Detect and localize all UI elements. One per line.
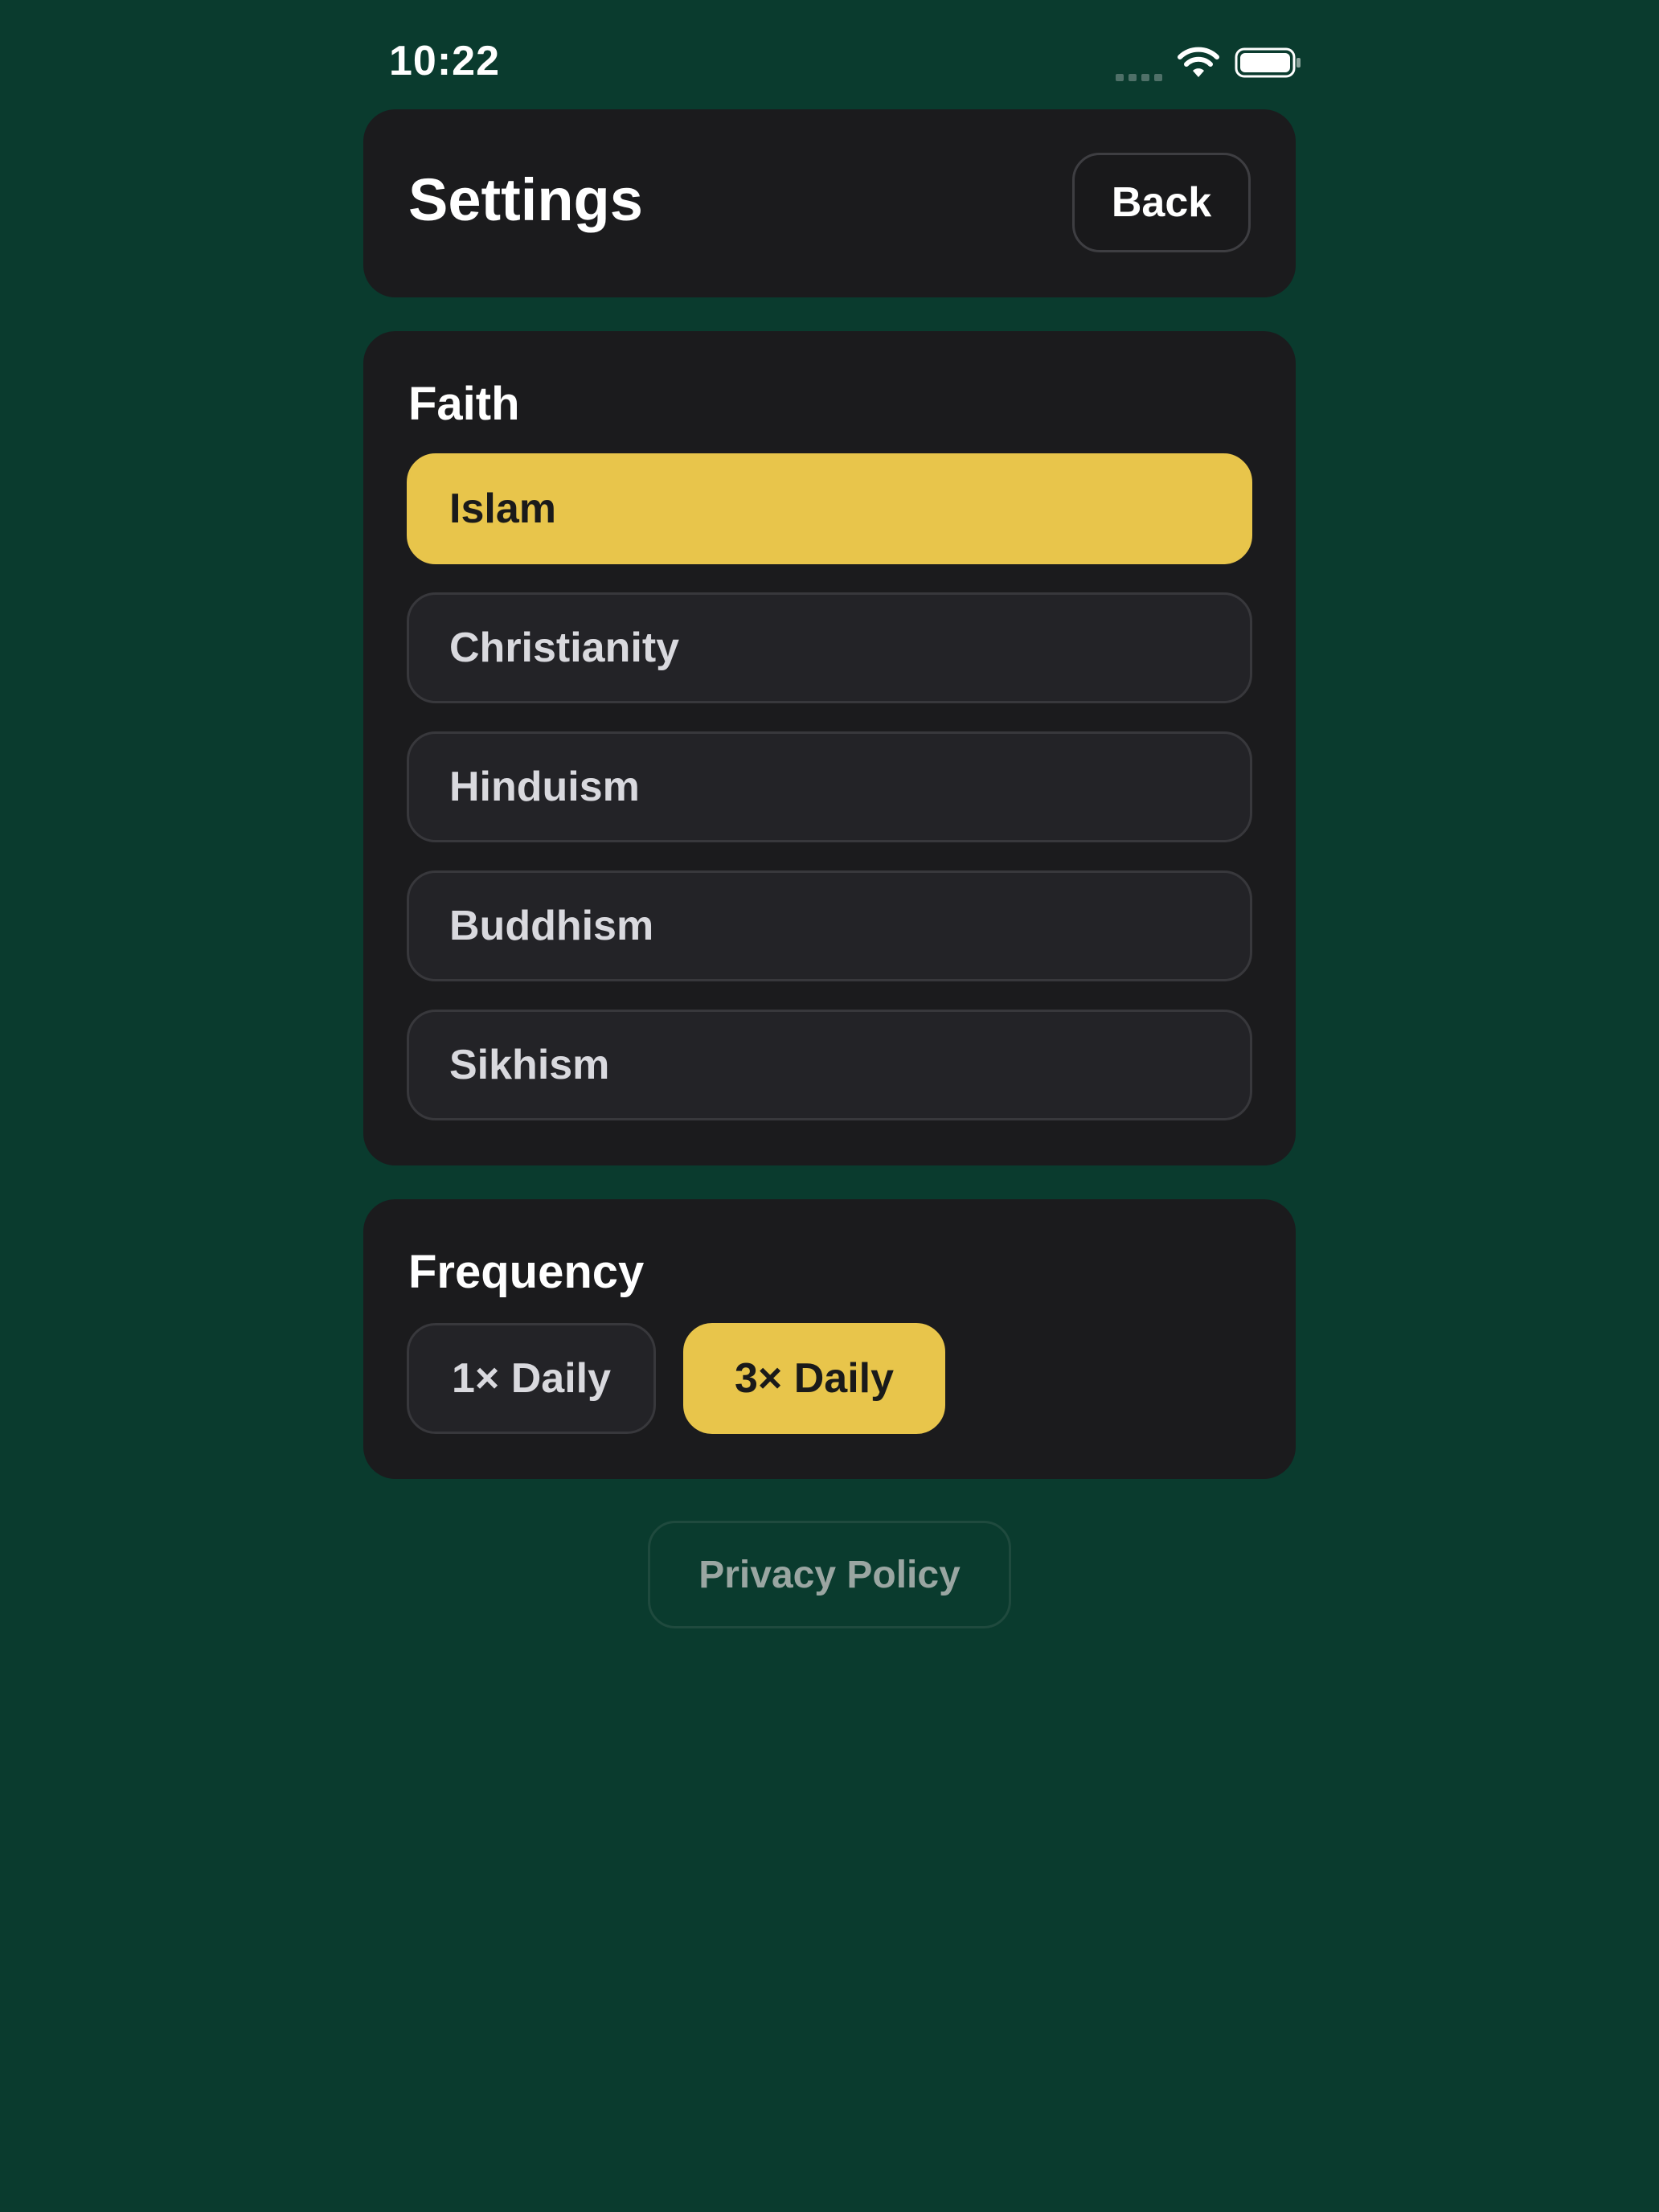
back-button[interactable]: Back bbox=[1072, 153, 1251, 252]
privacy-policy-button[interactable]: Privacy Policy bbox=[648, 1521, 1011, 1628]
status-time: 10:22 bbox=[389, 38, 500, 84]
faith-option-label: Sikhism bbox=[449, 1042, 610, 1088]
faith-option-label: Buddhism bbox=[449, 903, 654, 949]
battery-icon bbox=[1235, 47, 1302, 79]
frequency-options: 1× Daily 3× Daily bbox=[407, 1323, 945, 1434]
wifi-icon bbox=[1177, 47, 1220, 79]
faith-option-sikhism[interactable]: Sikhism bbox=[407, 1010, 1252, 1120]
frequency-option-label: 1× Daily bbox=[451, 1355, 612, 1402]
frequency-option-1x[interactable]: 1× Daily bbox=[407, 1323, 656, 1434]
frequency-section: Frequency 1× Daily 3× Daily bbox=[363, 1199, 1296, 1479]
faith-option-label: Hinduism bbox=[449, 764, 640, 810]
faith-section-title: Faith bbox=[408, 378, 520, 430]
page-title: Settings bbox=[408, 166, 643, 233]
status-icons bbox=[1116, 45, 1302, 81]
header-card: Settings Back bbox=[363, 109, 1296, 297]
frequency-option-label: 3× Daily bbox=[734, 1355, 895, 1402]
faith-option-label: Islam bbox=[449, 485, 556, 532]
faith-option-hinduism[interactable]: Hinduism bbox=[407, 731, 1252, 842]
faith-options: Islam Christianity Hinduism Buddhism Sik… bbox=[407, 453, 1252, 1149]
faith-section: Faith Islam Christianity Hinduism Buddhi… bbox=[363, 331, 1296, 1165]
faith-option-buddhism[interactable]: Buddhism bbox=[407, 870, 1252, 981]
status-bar: 10:22 bbox=[0, 0, 1659, 113]
faith-option-label: Christianity bbox=[449, 625, 680, 671]
faith-option-islam[interactable]: Islam bbox=[407, 453, 1252, 564]
frequency-section-title: Frequency bbox=[408, 1246, 645, 1298]
signal-icon bbox=[1116, 59, 1162, 81]
faith-option-christianity[interactable]: Christianity bbox=[407, 592, 1252, 703]
frequency-option-3x[interactable]: 3× Daily bbox=[683, 1323, 945, 1434]
